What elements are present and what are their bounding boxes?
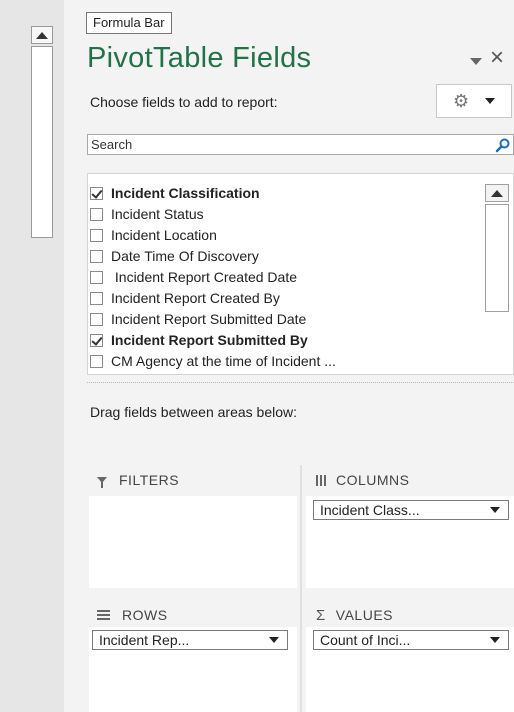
field-item[interactable]: Incident Status [90,204,204,224]
values-label: VALUES [335,607,393,623]
arrow-up-icon [36,31,48,39]
worksheet-scrollbar[interactable] [0,0,65,712]
rows-area-header: ROWS [97,605,168,625]
close-icon[interactable]: × [490,46,504,70]
chip-label: Incident Rep... [99,632,190,648]
filters-drop-area[interactable] [89,496,297,588]
search-icon[interactable] [495,137,511,153]
area-divider [300,465,302,712]
tools-button[interactable]: ⚙ [436,84,512,118]
columns-area-header: COLUMNS [316,470,410,490]
filters-area-header: FILTERS [97,470,179,490]
field-checkbox[interactable] [90,270,103,284]
choose-fields-label: Choose fields to add to report: [90,94,278,110]
filters-label: FILTERS [119,472,180,488]
formula-bar-tooltip: Formula Bar [86,12,172,34]
divider [87,382,514,383]
columns-label: COLUMNS [336,472,410,488]
field-checkbox[interactable] [90,228,103,242]
field-label: Incident Status [111,206,204,222]
field-item[interactable]: Incident Report Created By [90,288,280,308]
rows-label: ROWS [122,607,168,623]
field-checkbox[interactable] [90,249,103,263]
chevron-down-icon[interactable] [269,637,279,643]
scroll-thumb[interactable] [31,46,53,238]
field-checkbox[interactable] [90,354,103,368]
field-checkbox[interactable] [90,291,103,305]
chevron-down-icon[interactable] [490,507,500,513]
field-label: Incident Classification [111,185,260,201]
values-area-header: Σ VALUES [316,605,393,625]
field-item[interactable] [90,372,111,374]
field-checkbox[interactable] [90,333,103,347]
list-scroll-thumb[interactable] [485,204,509,312]
chip-label: Count of Inci... [320,632,411,648]
pane-title: PivotTable Fields [87,42,312,74]
field-item[interactable]: Incident Location [90,225,217,245]
field-item[interactable]: Incident Report Submitted Date [90,309,306,329]
field-checkbox[interactable] [90,207,103,221]
chevron-down-icon[interactable] [490,637,500,643]
field-list[interactable]: Incident Classification Incident Status … [87,173,514,375]
field-item[interactable]: Incident Classification [90,183,260,203]
drag-fields-label: Drag fields between areas below: [90,404,298,420]
columns-icon [316,474,326,486]
field-item[interactable]: CM Agency at the time of Incident ... [90,351,336,371]
field-label: Incident Report Submitted Date [111,311,307,327]
sigma-icon: Σ [316,606,326,624]
values-field-chip[interactable]: Count of Inci... [313,630,509,650]
field-label: Incident Report Submitted By [111,332,308,348]
list-scroll-up-button[interactable] [485,184,509,202]
field-item[interactable]: Incident Report Created Date [90,267,297,287]
field-item[interactable]: Incident Report Submitted By [90,330,308,350]
scroll-up-button[interactable] [31,26,53,44]
rows-icon [97,610,110,620]
filter-icon [97,477,107,488]
arrow-up-icon [491,189,503,197]
field-checkbox[interactable] [90,186,103,200]
field-label: Incident Location [111,227,217,243]
search-placeholder: Search [91,137,133,152]
field-checkbox[interactable] [90,312,103,326]
gear-icon: ⚙ [452,91,470,111]
field-label: Incident Report Created Date [111,269,297,285]
field-label: Incident Report Created By [111,290,280,306]
chip-label: Incident Class... [320,502,420,518]
pane-options-dropdown-icon[interactable] [470,58,482,65]
search-input[interactable]: Search [87,134,514,155]
columns-field-chip[interactable]: Incident Class... [313,500,509,520]
rows-field-chip[interactable]: Incident Rep... [92,630,288,650]
field-item[interactable]: Date Time Of Discovery [90,246,259,266]
field-label: CM Agency at the time of Incident ... [111,353,336,369]
chevron-down-icon [485,98,496,104]
field-label: Date Time Of Discovery [111,248,259,264]
